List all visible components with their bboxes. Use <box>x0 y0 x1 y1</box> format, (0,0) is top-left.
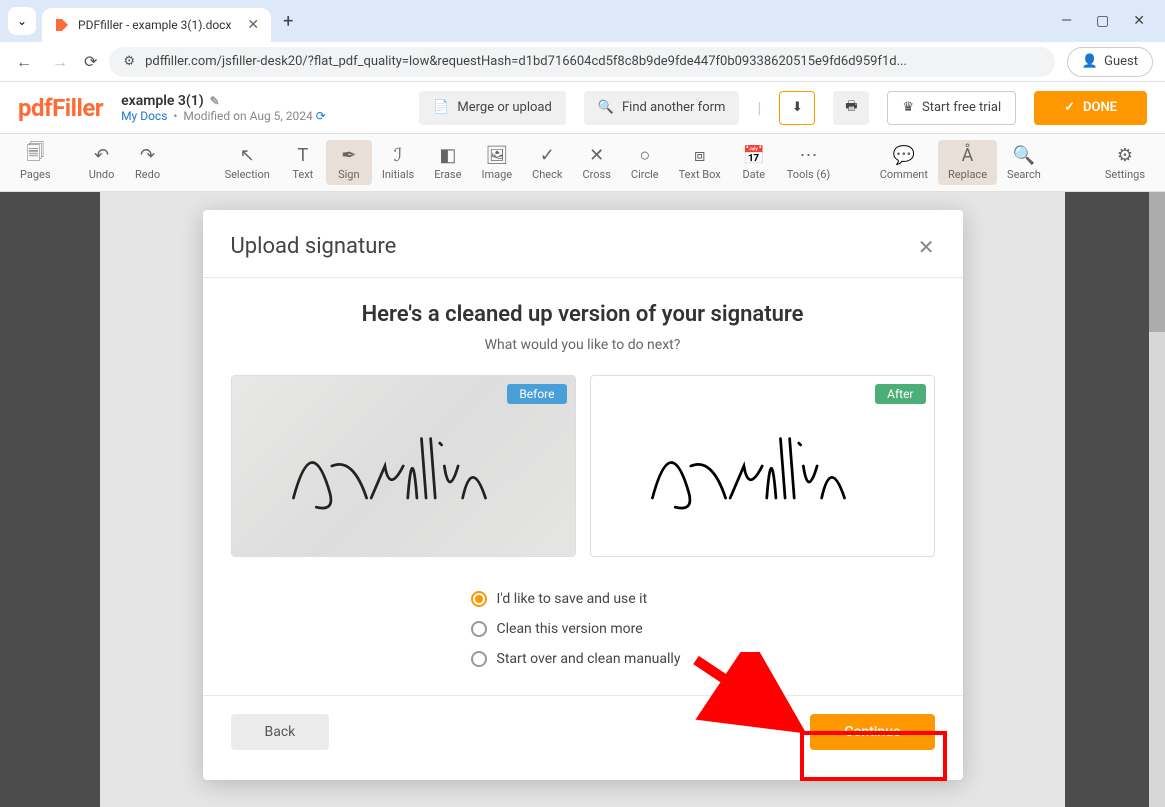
done-button[interactable]: ✓ DONE <box>1034 91 1147 125</box>
erase-icon: ◧ <box>439 144 456 166</box>
tool-erase[interactable]: ◧Erase <box>424 140 471 185</box>
doc-title: example 3(1) <box>121 93 204 109</box>
pdffiller-favicon <box>54 17 70 33</box>
my-docs-link[interactable]: My Docs <box>121 109 167 123</box>
sign-icon: ✒ <box>341 144 356 166</box>
address-bar: ← → ⟳ ⚙ pdffiller.com/jsfiller-desk20/?f… <box>0 42 1165 82</box>
start-trial-button[interactable]: ♛ Start free trial <box>887 91 1016 125</box>
minimize-icon[interactable]: — <box>1061 13 1072 29</box>
doc-info: example 3(1) ✎ My Docs • Modified on Aug… <box>121 93 326 123</box>
app-header: pdfFiller example 3(1) ✎ My Docs • Modif… <box>0 82 1165 134</box>
option-clean-more[interactable]: Clean this version more <box>471 621 935 637</box>
tab-dropdown[interactable]: ⌄ <box>8 7 36 35</box>
tool-pages[interactable]: 🗐Pages <box>10 140 61 185</box>
maximize-icon[interactable]: ▢ <box>1096 13 1109 29</box>
close-window-icon[interactable]: ✕ <box>1133 13 1145 29</box>
signature-before: Before <box>231 375 576 557</box>
back-arrow-icon[interactable]: ← <box>12 52 36 72</box>
image-icon: 🖼 <box>485 144 508 166</box>
modal-title: Upload signature <box>231 234 397 259</box>
modal-overlay: Upload signature ✕ Here's a cleaned up v… <box>0 192 1165 807</box>
continue-button[interactable]: Continue <box>810 714 934 750</box>
radio-icon <box>471 651 487 667</box>
download-button[interactable]: ⬇ <box>779 91 815 125</box>
tab-title: PDFfiller - example 3(1).docx <box>78 18 231 32</box>
undo-icon: ↶ <box>94 144 109 166</box>
tool-replace[interactable]: ÅReplace <box>938 140 997 185</box>
tool-comment[interactable]: 💬Comment <box>870 140 938 185</box>
tool-check[interactable]: ✓Check <box>522 140 572 185</box>
reload-icon[interactable]: ⟳ <box>84 52 97 71</box>
download-icon: ⬇ <box>792 100 803 115</box>
find-icon: 🔍 <box>598 100 614 115</box>
comment-icon: 💬 <box>893 144 915 166</box>
tool-settings[interactable]: ⚙Settings <box>1095 140 1155 185</box>
after-tag: After <box>875 384 925 404</box>
document-canvas: Upload signature ✕ Here's a cleaned up v… <box>0 192 1165 807</box>
pages-icon: 🗐 <box>26 144 44 166</box>
guest-profile-button[interactable]: 👤 Guest <box>1067 47 1153 77</box>
initials-icon: ℐ <box>394 144 402 166</box>
upload-signature-modal: Upload signature ✕ Here's a cleaned up v… <box>203 210 963 780</box>
replace-icon: Å <box>962 144 974 166</box>
print-icon: 🖶 <box>845 97 857 119</box>
back-button[interactable]: Back <box>231 714 330 750</box>
close-icon[interactable]: ✕ <box>247 17 259 33</box>
date-icon: 📅 <box>743 144 765 166</box>
url-text: pdffiller.com/jsfiller-desk20/?flat_pdf_… <box>145 54 1041 69</box>
edit-icon[interactable]: ✎ <box>210 94 220 108</box>
radio-icon <box>471 591 487 607</box>
check-icon: ✓ <box>1064 100 1075 115</box>
cursor-icon: ↖ <box>240 144 255 166</box>
cross-icon: ✕ <box>589 144 604 166</box>
more-icon: ⋯ <box>799 144 817 166</box>
new-tab-button[interactable]: + <box>283 11 293 32</box>
textbox-icon: ⧈ <box>694 144 705 166</box>
text-icon: T <box>297 144 308 166</box>
browser-tab-bar: ⌄ PDFfiller - example 3(1).docx ✕ + — ▢ … <box>0 0 1165 42</box>
tool-tools[interactable]: ⋯Tools (6) <box>777 140 840 185</box>
tool-image[interactable]: 🖼Image <box>471 140 522 185</box>
clock-icon: ⟳ <box>316 109 326 123</box>
tool-date[interactable]: 📅Date <box>731 140 777 185</box>
tool-search[interactable]: 🔍Search <box>997 140 1051 185</box>
tool-text[interactable]: TText <box>280 140 326 185</box>
modal-heading: Here's a cleaned up version of your sign… <box>231 302 935 327</box>
tool-selection[interactable]: ↖Selection <box>215 140 280 185</box>
user-icon: 👤 <box>1082 54 1098 69</box>
crown-icon: ♛ <box>902 100 914 115</box>
window-controls: — ▢ ✕ <box>1061 13 1157 29</box>
before-tag: Before <box>507 384 566 404</box>
circle-icon: ○ <box>639 144 650 166</box>
merge-upload-button[interactable]: 📄 Merge or upload <box>419 91 566 125</box>
browser-tab[interactable]: PDFfiller - example 3(1).docx ✕ <box>42 8 271 42</box>
site-settings-icon[interactable]: ⚙ <box>123 54 135 69</box>
close-icon[interactable]: ✕ <box>918 235 935 259</box>
radio-icon <box>471 621 487 637</box>
url-input[interactable]: ⚙ pdffiller.com/jsfiller-desk20/?flat_pd… <box>109 47 1055 77</box>
tool-initials[interactable]: ℐInitials <box>372 140 424 185</box>
tool-cross[interactable]: ✕Cross <box>572 140 620 185</box>
merge-icon: 📄 <box>433 100 449 115</box>
find-form-button[interactable]: 🔍 Find another form <box>584 91 740 125</box>
tool-redo[interactable]: ↷Redo <box>125 140 171 185</box>
print-button[interactable]: 🖶 <box>833 91 869 125</box>
redo-icon: ↷ <box>140 144 155 166</box>
toolbar: 🗐Pages ↶Undo ↷Redo ↖Selection TText ✒Sig… <box>0 134 1165 192</box>
options-group: I'd like to save and use it Clean this v… <box>231 591 935 667</box>
tool-textbox[interactable]: ⧈Text Box <box>669 140 731 185</box>
tool-circle[interactable]: ○Circle <box>621 140 669 185</box>
modified-text: Modified on Aug 5, 2024 <box>183 109 312 123</box>
check-icon: ✓ <box>540 144 555 166</box>
tool-undo[interactable]: ↶Undo <box>79 140 125 185</box>
option-start-over[interactable]: Start over and clean manually <box>471 651 935 667</box>
tool-sign[interactable]: ✒Sign <box>326 140 372 185</box>
option-save-use[interactable]: I'd like to save and use it <box>471 591 935 607</box>
modal-subheading: What would you like to do next? <box>231 337 935 353</box>
forward-arrow-icon: → <box>48 52 72 72</box>
signature-after: After <box>590 375 935 557</box>
gear-icon: ⚙ <box>1117 144 1133 166</box>
logo[interactable]: pdfFiller <box>18 94 103 122</box>
search-icon: 🔍 <box>1013 144 1035 166</box>
